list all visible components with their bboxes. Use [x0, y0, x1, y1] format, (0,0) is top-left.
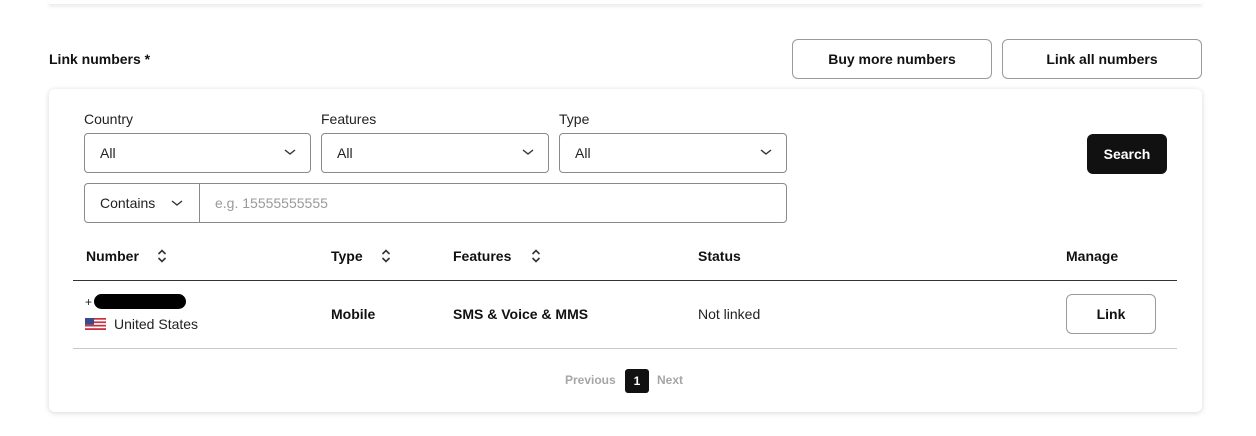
number-type: Mobile: [331, 306, 376, 322]
country-label: Country: [84, 111, 134, 127]
table-header-divider: [73, 280, 1177, 281]
us-flag-icon: [85, 318, 106, 330]
sort-icon[interactable]: [531, 249, 541, 263]
number-search-input[interactable]: [200, 184, 785, 222]
numbers-card: Country All Features All Type All Search…: [49, 89, 1202, 412]
column-header-features: Features: [453, 248, 512, 264]
number-search-row: Contains: [84, 183, 787, 223]
pagination-previous[interactable]: Previous: [565, 373, 616, 387]
section-label: Link numbers *: [49, 51, 151, 67]
match-mode-select[interactable]: Contains: [85, 184, 200, 222]
number-prefix: +: [85, 295, 93, 309]
chevron-down-icon: [522, 149, 534, 155]
search-button[interactable]: Search: [1087, 134, 1167, 174]
match-mode-value: Contains: [100, 195, 156, 211]
country-select-value: All: [100, 145, 116, 161]
number-country: United States: [114, 316, 199, 332]
type-label: Type: [559, 111, 590, 127]
chevron-down-icon: [284, 149, 296, 155]
chevron-down-icon: [171, 200, 183, 206]
link-all-numbers-button[interactable]: Link all numbers: [1002, 39, 1202, 79]
link-number-button[interactable]: Link: [1066, 294, 1156, 334]
type-select-value: All: [575, 145, 591, 161]
top-divider: [49, 0, 1202, 5]
pagination-page-current[interactable]: 1: [625, 369, 649, 393]
chevron-down-icon: [760, 149, 772, 155]
sort-icon[interactable]: [157, 249, 167, 263]
table-row-divider: [73, 348, 1177, 349]
features-select[interactable]: All: [321, 133, 549, 173]
column-header-status: Status: [698, 248, 741, 264]
buy-more-numbers-button[interactable]: Buy more numbers: [792, 39, 992, 79]
redacted-number: [94, 294, 186, 309]
sort-icon[interactable]: [381, 249, 391, 263]
number-status: Not linked: [698, 306, 761, 322]
pagination-next[interactable]: Next: [657, 373, 683, 387]
features-label: Features: [321, 111, 377, 127]
column-header-number: Number: [86, 248, 139, 264]
features-select-value: All: [337, 145, 353, 161]
type-select[interactable]: All: [559, 133, 787, 173]
column-header-type: Type: [331, 248, 363, 264]
country-select[interactable]: All: [84, 133, 311, 173]
column-header-manage: Manage: [1066, 248, 1119, 264]
number-features: SMS & Voice & MMS: [453, 306, 589, 322]
